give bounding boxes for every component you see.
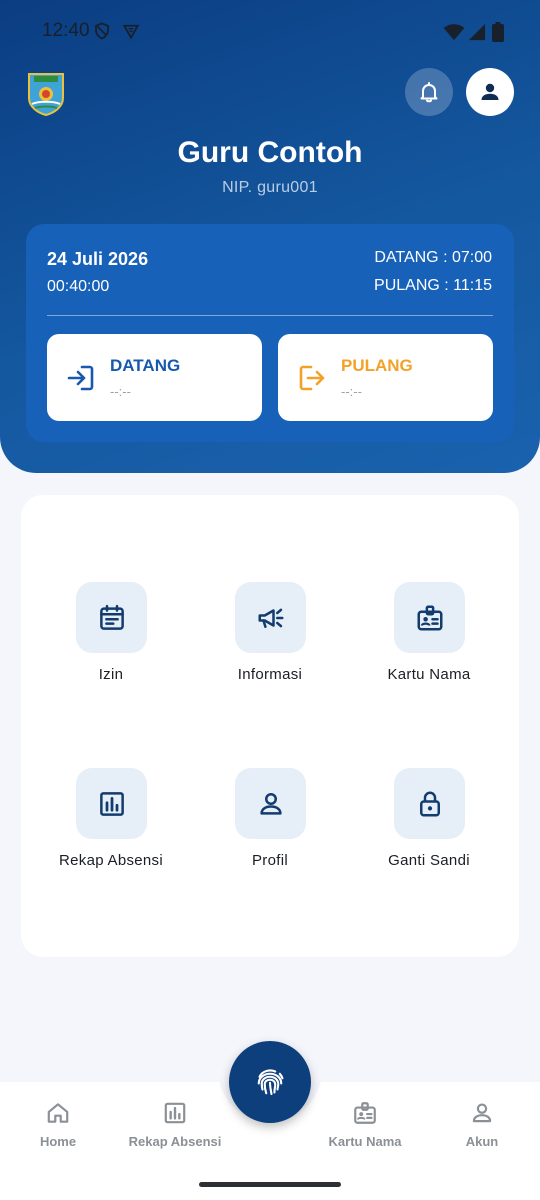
nav-kartu-nama[interactable]: Kartu Nama — [310, 1100, 420, 1149]
wifi-status-icon — [443, 23, 465, 46]
shield-status-icon — [93, 22, 111, 45]
menu-label: Rekap Absensi — [59, 852, 163, 869]
nav-label: Kartu Nama — [328, 1134, 402, 1149]
pulang-time: --:-- — [341, 384, 362, 399]
menu-panel: Izin Informasi Kartu Nama Rekap Absensi … — [21, 495, 519, 957]
bar-chart-icon — [99, 791, 124, 816]
person-icon — [472, 1103, 492, 1123]
status-bar: 12:40 — [0, 0, 540, 64]
attendance-card: 24 Juli 2026 00:40:00 DATANG : 07:00 PUL… — [26, 224, 514, 442]
datang-time: --:-- — [110, 384, 131, 399]
user-name: Guru Contoh — [177, 136, 363, 169]
nav-home[interactable]: Home — [3, 1100, 113, 1149]
menu-label: Informasi — [237, 666, 303, 683]
nav-akun[interactable]: Akun — [427, 1100, 537, 1149]
nav-label: Rekap Absensi — [128, 1134, 222, 1149]
id-badge-icon — [417, 605, 442, 630]
current-clock: 00:40:00 — [47, 278, 110, 295]
user-nip: NIP. guru001 — [222, 179, 318, 196]
battery-status-icon — [492, 22, 504, 47]
menu-kartu-nama[interactable]: Kartu Nama — [354, 582, 504, 702]
school-logo-icon — [26, 70, 66, 117]
nav-label: Akun — [465, 1134, 499, 1149]
id-badge-icon — [354, 1102, 376, 1124]
status-time: 12:40 — [42, 20, 90, 41]
card-divider — [47, 315, 493, 316]
menu-profil[interactable]: Profil — [195, 768, 345, 888]
pulang-button[interactable]: PULANG --:-- — [278, 334, 493, 421]
bar-chart-icon — [164, 1102, 186, 1124]
current-date: 24 Juli 2026 — [47, 249, 149, 269]
fingerprint-icon — [257, 1069, 284, 1096]
gesture-home-bar — [199, 1182, 341, 1187]
login-icon — [67, 365, 94, 391]
datang-schedule: DATANG : 07:00 — [374, 249, 492, 266]
lock-icon — [419, 790, 440, 816]
pulang-label: PULANG — [341, 356, 413, 375]
menu-rekap-absensi[interactable]: Rekap Absensi — [36, 768, 186, 888]
vpn-status-icon — [121, 22, 141, 45]
menu-label: Kartu Nama — [387, 666, 471, 683]
fingerprint-scan-button[interactable] — [229, 1041, 311, 1123]
person-icon — [481, 83, 499, 100]
calendar-list-icon — [99, 604, 124, 630]
menu-izin[interactable]: Izin — [36, 582, 186, 702]
menu-ganti-sandi[interactable]: Ganti Sandi — [354, 768, 504, 888]
notification-button[interactable] — [405, 68, 453, 116]
logout-icon — [299, 365, 325, 391]
menu-informasi[interactable]: Informasi — [195, 582, 345, 702]
bell-icon — [420, 82, 438, 103]
person-icon — [259, 792, 282, 815]
megaphone-icon — [258, 608, 283, 628]
profile-button[interactable] — [466, 68, 514, 116]
home-icon — [47, 1103, 69, 1123]
datang-button[interactable]: DATANG --:-- — [47, 334, 262, 421]
signal-status-icon — [468, 23, 486, 46]
menu-label: Izin — [98, 666, 124, 683]
datang-label: DATANG — [110, 356, 181, 375]
header: 12:40 Guru Contoh NIP. guru001 24 Juli 2… — [0, 0, 540, 473]
menu-label: Ganti Sandi — [388, 852, 470, 869]
pulang-schedule: PULANG : 11:15 — [374, 277, 492, 294]
menu-label: Profil — [252, 852, 288, 869]
nav-rekap-absensi[interactable]: Rekap Absensi — [120, 1100, 230, 1149]
nav-label: Home — [39, 1134, 77, 1149]
